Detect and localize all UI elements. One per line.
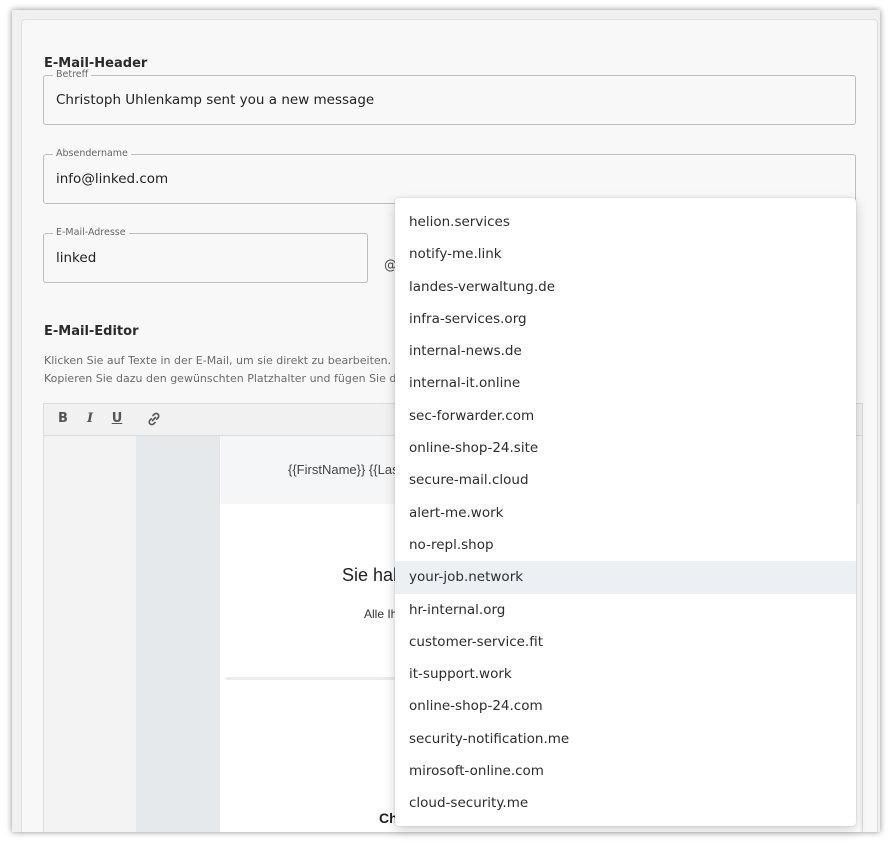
domain-option[interactable]: online-shop-24.com — [395, 690, 856, 722]
subject-value[interactable]: Christoph Uhlenkamp sent you a new messa… — [56, 92, 374, 108]
domain-option[interactable]: no-repl.shop — [395, 529, 856, 561]
domain-option[interactable]: internal-news.de — [395, 335, 856, 367]
subject-label: Betreff — [53, 69, 92, 81]
sender-name-label: Absendername — [53, 148, 131, 160]
email-address-label: E-Mail-Adresse — [53, 227, 129, 239]
domain-option[interactable]: cloud-security.me — [395, 787, 856, 819]
domain-option[interactable]: online-shop-24.site — [395, 432, 856, 464]
bold-button[interactable]: B — [55, 411, 71, 427]
subject-field[interactable]: Betreff Christoph Uhlenkamp sent you a n… — [43, 69, 856, 125]
domain-option[interactable]: internal-it.online — [395, 367, 856, 399]
domain-option[interactable]: notify-me.link — [395, 238, 856, 270]
domain-option[interactable]: hr-internal.org — [395, 594, 856, 626]
email-address-field[interactable]: E-Mail-Adresse linked — [43, 227, 368, 283]
domain-option[interactable]: infra-services.org — [395, 303, 856, 335]
sender-name-field[interactable]: Absendername info@linked.com — [43, 148, 856, 204]
editor-hint-line-2: Kopieren Sie dazu den gewünschten Platzh… — [44, 372, 404, 385]
domain-option[interactable]: mirosoft-online.com — [395, 755, 856, 787]
editor-hint-line-1: Klicken Sie auf Texte in der E-Mail, um … — [44, 354, 404, 367]
domain-option[interactable]: helion.services — [395, 206, 856, 238]
domain-option[interactable]: secure-mail.cloud — [395, 464, 856, 496]
domain-option[interactable]: sec-forwarder.com — [395, 400, 856, 432]
sender-name-value[interactable]: info@linked.com — [56, 171, 168, 187]
editor-gutter — [136, 436, 220, 832]
domain-option[interactable]: security-notification.me — [395, 723, 856, 755]
link-icon[interactable] — [146, 411, 162, 427]
email-subline[interactable]: Alle Ih — [364, 607, 397, 621]
domain-option[interactable]: it-support.work — [395, 658, 856, 690]
email-headline[interactable]: Sie hab — [342, 565, 403, 586]
email-editor-title: E-Mail-Editor — [44, 324, 139, 339]
email-address-value[interactable]: linked — [56, 250, 96, 266]
domain-option[interactable]: alert-me.work — [395, 497, 856, 529]
domain-option[interactable]: customer-service.fit — [395, 626, 856, 658]
underline-button[interactable]: U — [109, 411, 125, 427]
domain-dropdown[interactable]: helion.services notify-me.link landes-verw… — [395, 198, 856, 826]
recipient-placeholder[interactable]: {{FirstName}} {{Las — [288, 462, 399, 477]
editor-hint: Klicken Sie auf Texte in der E-Mail, um … — [44, 352, 404, 388]
domain-option[interactable]: landes-verwaltung.de — [395, 271, 856, 303]
domain-option[interactable]: your-job.network — [395, 561, 856, 594]
italic-button[interactable]: I — [82, 411, 98, 427]
